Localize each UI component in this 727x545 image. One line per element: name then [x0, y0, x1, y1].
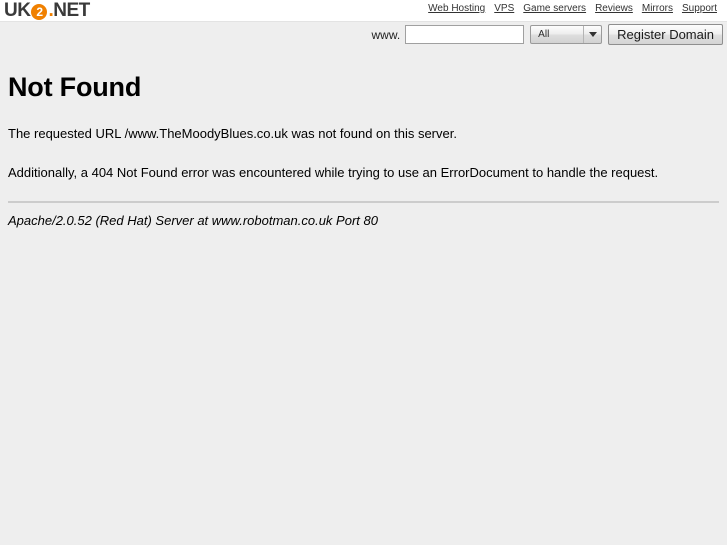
domain-search-bar: www. All Register Domain: [0, 22, 727, 53]
logo-circle-two-icon: 2: [31, 3, 48, 20]
nav-link-web-hosting[interactable]: Web Hosting: [428, 3, 485, 14]
nav-link-reviews[interactable]: Reviews: [595, 3, 633, 14]
content-divider: [8, 201, 719, 204]
error-message-primary: The requested URL /www.TheMoodyBlues.co.…: [8, 126, 457, 141]
chevron-down-icon[interactable]: [583, 26, 601, 43]
register-domain-button[interactable]: Register Domain: [608, 24, 723, 45]
server-signature: Apache/2.0.52 (Red Hat) Server at www.ro…: [8, 213, 378, 229]
error-page-content: Not Found The requested URL /www.TheMood…: [0, 72, 727, 228]
nav-link-support[interactable]: Support: [682, 3, 717, 14]
nav-link-mirrors[interactable]: Mirrors: [642, 3, 673, 14]
tld-select-value: All: [538, 29, 550, 40]
logo-text-net: NET: [53, 0, 90, 21]
error-message-secondary: Additionally, a 404 Not Found error was …: [8, 164, 659, 180]
domain-search-form: www. All Register Domain: [371, 24, 723, 45]
top-navigation: Web Hosting VPS Game servers Reviews Mir…: [428, 3, 717, 14]
www-prefix-label: www.: [371, 27, 401, 42]
nav-link-vps[interactable]: VPS: [494, 3, 514, 14]
page-title: Not Found: [8, 72, 142, 102]
nav-link-game-servers[interactable]: Game servers: [523, 3, 586, 14]
site-logo[interactable]: UK 2. NET: [4, 0, 90, 21]
tld-select[interactable]: All: [530, 25, 603, 44]
domain-name-input[interactable]: [405, 25, 525, 44]
logo-text-uk: UK: [4, 0, 31, 21]
site-header: UK 2. NET Web Hosting VPS Game servers Rev…: [0, 0, 727, 22]
